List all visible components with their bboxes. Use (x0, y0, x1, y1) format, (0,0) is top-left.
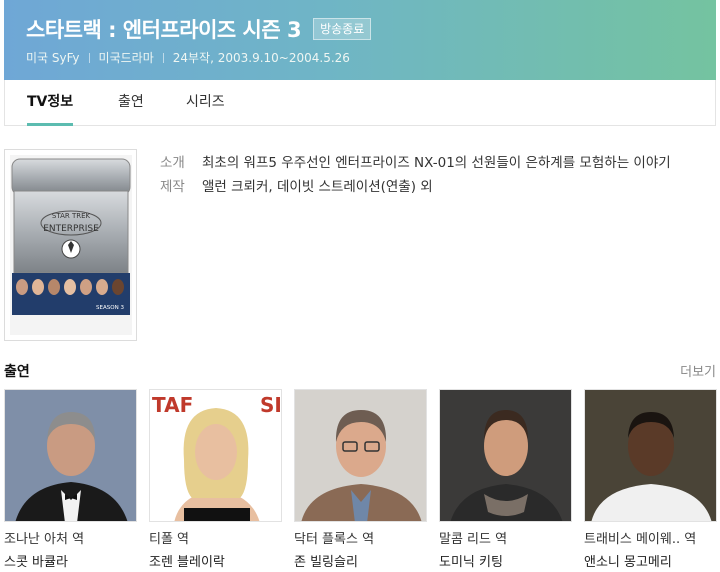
cast-portrait-4 (585, 390, 716, 521)
cast-photo[interactable] (439, 389, 572, 522)
meta-divider (88, 52, 90, 63)
cast-name[interactable]: 조렌 블레이락 (149, 551, 282, 570)
cast-portrait-0 (5, 390, 136, 521)
meta-channel[interactable]: 미국 SyFy (26, 49, 80, 66)
meta-genre[interactable]: 미국드라마 (99, 49, 154, 66)
svg-text:STAR TREK: STAR TREK (52, 212, 91, 220)
cast-photo[interactable] (294, 389, 427, 522)
cast-item[interactable]: 말콤 리드 역 도미닉 키팅 (439, 389, 572, 570)
meta-episodes: 24부작, 2003.9.10~2004.5.26 (172, 51, 350, 65)
cast-photo[interactable] (4, 389, 137, 522)
intro-value: 최초의 워프5 우주선인 엔터프라이즈 NX-01의 선원들이 은하계를 모험하… (202, 155, 671, 171)
status-badge: 방송종료 (313, 18, 372, 40)
cast-item[interactable]: 트래비스 메이웨.. 역 앤소니 몽고메리 (584, 389, 717, 570)
meta-row: 미국 SyFy 미국드라마 24부작, 2003.9.10~2004.5.26 (26, 49, 350, 66)
cast-item[interactable]: 조나난 아처 역 스콧 바큘라 (4, 389, 137, 570)
info-section: 소개 최초의 워프5 우주선인 엔터프라이즈 NX-01의 선원들이 은하계를 … (160, 152, 700, 200)
cast-list: 조나난 아처 역 스콧 바큘라 TAF SI 티폴 역 조렌 블레이락 닥터 플… (4, 389, 717, 570)
portrait-backdrop-text: TAF (152, 393, 193, 417)
portrait-dress (184, 508, 250, 521)
title-row: 스타트랙 : 엔터프라이즈 시즌 3 방송종료 (26, 14, 372, 44)
tab-series[interactable]: 시리즈 (186, 80, 225, 126)
credit-label: 제작 (160, 179, 185, 195)
cast-name[interactable]: 도미닉 키팅 (439, 551, 572, 570)
portrait-face (195, 424, 237, 480)
info-row-intro: 소개 최초의 워프5 우주선인 엔터프라이즈 NX-01의 선원들이 은하계를 … (160, 152, 700, 174)
cast-portrait-2 (295, 390, 426, 521)
cast-role: 말콤 리드 역 (439, 532, 508, 547)
cast-role: 티폴 역 (149, 532, 190, 547)
portrait-backdrop-text: SI (260, 393, 282, 417)
poster-season-text: SEASON 3 (96, 305, 124, 311)
tab-tv-info[interactable]: TV정보 (27, 80, 74, 126)
svg-text:ENTERPRISE: ENTERPRISE (43, 224, 99, 234)
cast-role: 트래비스 메이웨.. 역 (584, 532, 697, 547)
intro-label: 소개 (160, 155, 185, 171)
cast-role: 조나난 아처 역 (4, 532, 85, 547)
cast-item[interactable]: TAF SI 티폴 역 조렌 블레이락 (149, 389, 282, 570)
info-row-credit: 제작 앨런 크뢰커, 데이빗 스트레이션(연출) 외 (160, 176, 700, 198)
cast-role: 닥터 플록스 역 (294, 532, 375, 547)
more-link[interactable]: 더보기 (680, 361, 716, 380)
poster-image[interactable]: STAR TREK ENTERPRISE SEASON 3 (4, 149, 137, 341)
cast-portrait-3 (440, 390, 571, 521)
cast-photo[interactable]: TAF SI (149, 389, 282, 522)
credit-value[interactable]: 앨런 크뢰커, 데이빗 스트레이션(연출) 외 (202, 176, 700, 198)
cast-name[interactable]: 앤소니 몽고메리 (584, 551, 717, 570)
title-header: 스타트랙 : 엔터프라이즈 시즌 3 방송종료 미국 SyFy 미국드라마 24… (4, 0, 716, 80)
cast-section-title: 출연 (4, 364, 30, 380)
cast-photo[interactable] (584, 389, 717, 522)
poster-artwork: STAR TREK ENTERPRISE SEASON 3 (10, 155, 132, 335)
page-title: 스타트랙 : 엔터프라이즈 시즌 3 (26, 18, 302, 42)
tab-cast[interactable]: 출연 (118, 80, 144, 126)
cast-portrait-1: TAF SI (150, 390, 282, 521)
meta-divider (162, 52, 164, 63)
cast-name[interactable]: 존 빌링슬리 (294, 551, 427, 570)
tab-bar: TV정보 출연 시리즈 (4, 80, 716, 126)
cast-name[interactable]: 스콧 바큘라 (4, 551, 137, 570)
cast-item[interactable]: 닥터 플록스 역 존 빌링슬리 (294, 389, 427, 570)
